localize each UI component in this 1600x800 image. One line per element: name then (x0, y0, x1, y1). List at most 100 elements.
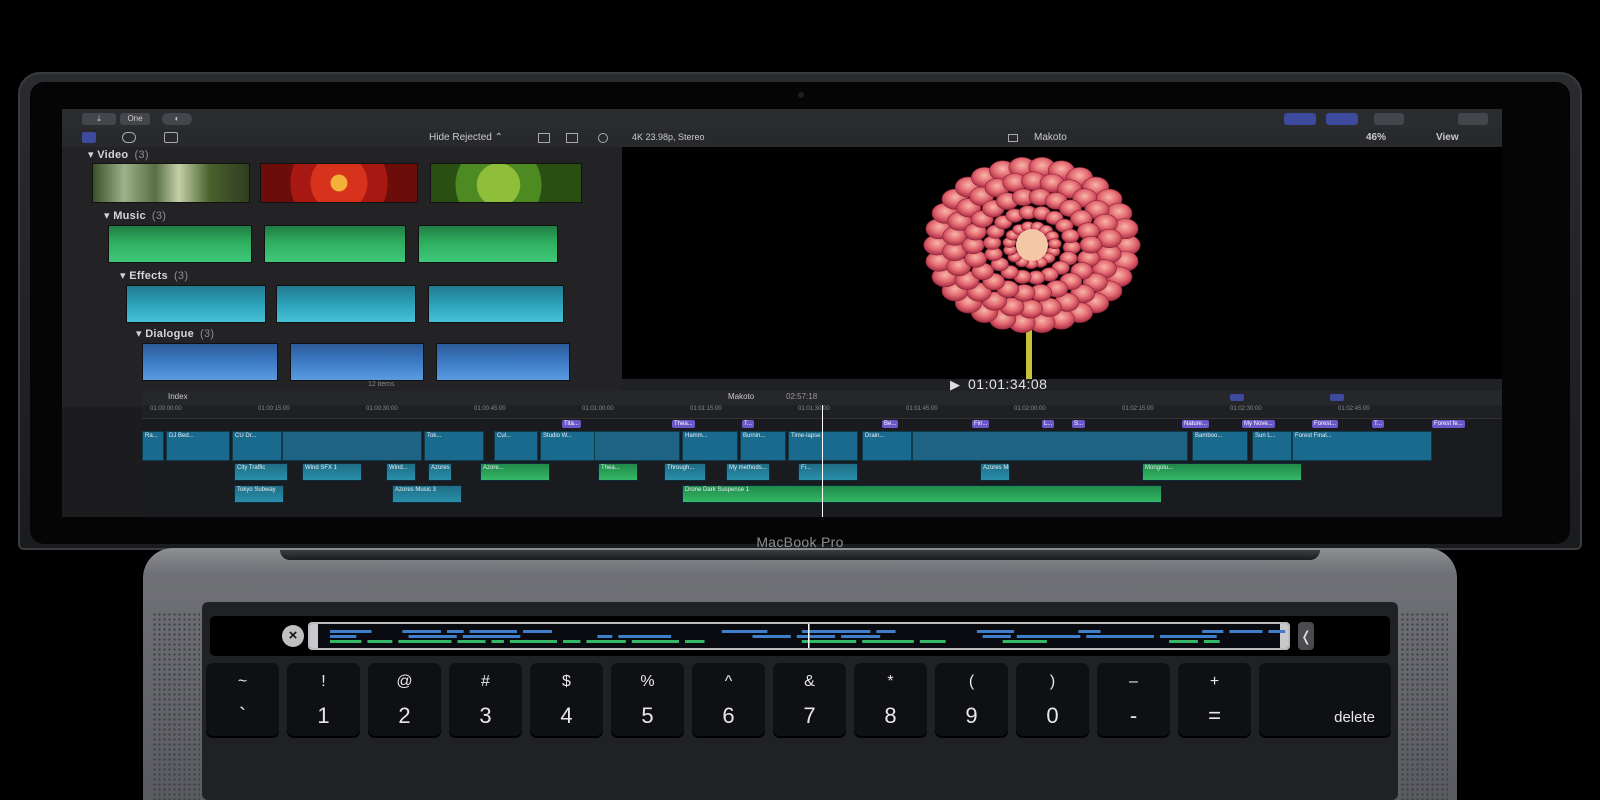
dialogue-clip-2[interactable] (290, 343, 424, 381)
search-icon[interactable] (598, 133, 608, 143)
libraries-toggle-button[interactable] (1284, 113, 1316, 125)
touch-bar-playhead[interactable] (808, 624, 810, 648)
collapse-chevron-icon[interactable]: ❬ (1298, 622, 1314, 650)
video-clip[interactable]: Time-lapse (788, 431, 858, 461)
key-8[interactable]: * 8 (854, 663, 927, 738)
timeline-marker[interactable]: My Nove... (1242, 420, 1275, 428)
key-1[interactable]: ! 1 (287, 663, 360, 738)
video-clip[interactable]: DJ Bed... (166, 431, 230, 461)
category-dialogue[interactable]: ▾ Dialogue (3) (136, 327, 214, 340)
video-clip[interactable] (912, 431, 1188, 461)
zoom-level[interactable]: 46% (1366, 132, 1386, 143)
music-clip-2[interactable] (264, 225, 406, 263)
video-clip[interactable]: Burnin... (740, 431, 786, 461)
effects-clip-1[interactable] (126, 285, 266, 323)
timeline-marker[interactable]: Nature... (1182, 420, 1210, 428)
audio-clip[interactable]: Wind SFX 1 (302, 463, 362, 481)
filmstrip-icon[interactable] (566, 133, 578, 143)
key-5[interactable]: % 5 (611, 663, 684, 738)
category-effects[interactable]: ▾ Effects (3) (120, 269, 188, 282)
video-clip[interactable]: Bamboo... (1192, 431, 1248, 461)
view-menu[interactable]: View (1436, 132, 1459, 143)
video-thumbnail-succulent[interactable] (430, 163, 582, 203)
key--[interactable]: – - (1097, 663, 1170, 738)
audio-clip[interactable]: Azore... (480, 463, 550, 481)
audio-clip[interactable]: Mongolu... (1142, 463, 1302, 481)
key-4[interactable]: $4 (530, 663, 603, 738)
music-clip-1[interactable] (108, 225, 252, 263)
viewer-footer: ▶ 01:01:34:08 (622, 376, 1502, 392)
photos-audio-icon[interactable] (122, 132, 136, 143)
video-clip[interactable]: Drain... (862, 431, 912, 461)
timeline-marker[interactable]: T... (1372, 420, 1385, 428)
music-clip-3[interactable] (418, 225, 558, 263)
timeline-marker[interactable]: Be... (882, 420, 899, 428)
index-button[interactable]: Index (168, 392, 188, 401)
hide-rejected-filter[interactable]: Hide Rejected ⌃ (429, 132, 503, 143)
video-clip[interactable]: Ra... (142, 431, 164, 461)
audio-clip[interactable]: Thea... (598, 463, 638, 481)
effects-clip-3[interactable] (428, 285, 564, 323)
key-9[interactable]: (9 (935, 663, 1008, 738)
timeline-marker[interactable]: Forest fe... (1432, 420, 1465, 428)
video-clip[interactable]: Tok... (424, 431, 484, 461)
timeline-marker[interactable]: Tita... (562, 420, 581, 428)
audio-clip[interactable]: Azores Music 3 (392, 485, 462, 503)
video-thumbnail-bamboo[interactable] (92, 163, 250, 203)
audio-clip[interactable]: Through... (664, 463, 706, 481)
key-2[interactable]: @2 (368, 663, 441, 738)
key-delete[interactable]: delete (1259, 663, 1391, 738)
key-3[interactable]: #3 (449, 663, 522, 738)
timeline-marker[interactable]: T... (742, 420, 755, 428)
video-clip[interactable] (282, 431, 422, 461)
video-clip[interactable]: Sun L... (1252, 431, 1292, 461)
snapping-icon[interactable] (1230, 394, 1244, 401)
import-button[interactable]: ⤓ (82, 113, 116, 125)
video-clip[interactable] (594, 431, 680, 461)
audio-clip[interactable]: Fi... (798, 463, 858, 481)
audio-clip[interactable]: Azores Music 4 (980, 463, 1010, 481)
timeline-toggle-button[interactable] (1326, 113, 1358, 125)
solo-icon[interactable] (1330, 394, 1344, 401)
background-tasks-button[interactable]: ◐ (162, 113, 192, 125)
titles-generators-icon[interactable] (164, 132, 178, 143)
effects-clip-2[interactable] (276, 285, 416, 323)
clip-appearance-icon[interactable] (538, 133, 550, 143)
touch-bar-timeline-overview[interactable] (308, 622, 1290, 650)
audio-clip[interactable]: My methods... (726, 463, 770, 481)
audio-clip[interactable]: City Traffic (234, 463, 288, 481)
libraries-icon[interactable] (82, 132, 96, 143)
video-thumbnail-red-flower[interactable] (260, 163, 418, 203)
video-clip[interactable]: Forest Final... (1292, 431, 1432, 461)
dialogue-clip-1[interactable] (142, 343, 278, 381)
timeline-marker[interactable]: Fin... (972, 420, 990, 428)
timeline-marker[interactable]: L... (1042, 420, 1055, 428)
key-primary-symbol: 7 (803, 703, 816, 728)
audio-clip[interactable]: Drone Dark Suspense 1 (682, 485, 1162, 503)
close-icon[interactable]: × (282, 625, 304, 647)
key-=[interactable]: + = (1178, 663, 1251, 738)
category-music[interactable]: ▾ Music (3) (104, 209, 166, 222)
key-0[interactable]: ) 0 (1016, 663, 1089, 738)
playhead[interactable] (822, 405, 823, 517)
video-clip[interactable]: Cul... (494, 431, 538, 461)
key-shift-symbol: – (1129, 673, 1138, 690)
category-video[interactable]: ▾ Video (3) (88, 148, 149, 161)
share-button[interactable] (1458, 113, 1488, 125)
timeline-marker[interactable]: S... (1072, 420, 1086, 428)
keyword-button[interactable]: One (120, 113, 150, 125)
audio-clip[interactable]: Azores Music 2 (428, 463, 452, 481)
audio-clip[interactable]: Tokyo Subway (234, 485, 284, 503)
dialogue-clip-3[interactable] (436, 343, 570, 381)
clip-label: CU Dr... (235, 433, 257, 439)
key-`[interactable]: ~ ` (206, 663, 279, 738)
inspector-toggle-button[interactable] (1374, 113, 1404, 125)
timeline-marker[interactable]: Forest... (1312, 420, 1339, 428)
audio-clip[interactable]: Wind... (386, 463, 416, 481)
timeline-marker[interactable]: Thea... (672, 420, 695, 428)
video-clip[interactable]: CU Dr... (232, 431, 282, 461)
video-clip[interactable]: Hamm... (682, 431, 738, 461)
key-6[interactable]: ^ 6 (692, 663, 765, 738)
timecode-display[interactable]: 01:01:34:08 (968, 376, 1047, 392)
key-7[interactable]: & 7 (773, 663, 846, 738)
